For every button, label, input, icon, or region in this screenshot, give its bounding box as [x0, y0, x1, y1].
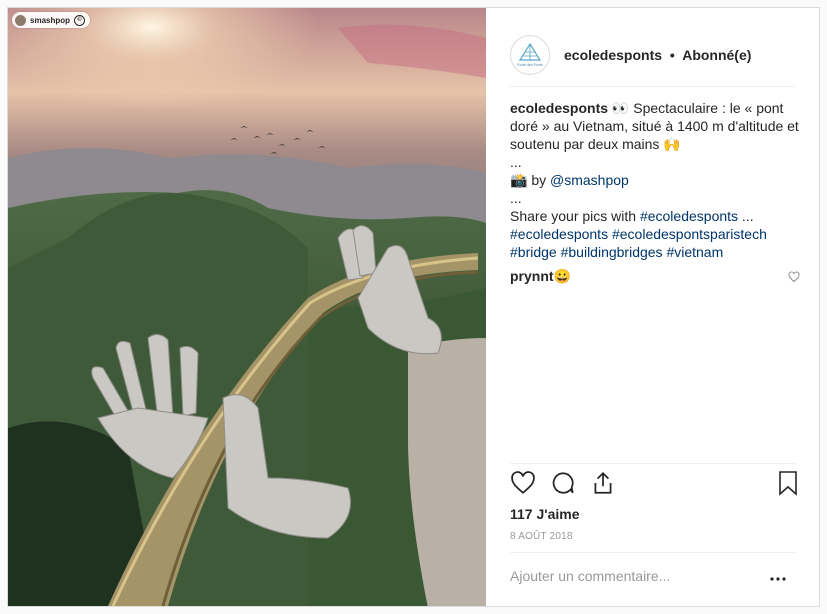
comment-bubble-icon[interactable]	[550, 470, 576, 501]
comment-username[interactable]: prynnt	[510, 268, 554, 284]
comment-row: prynnt 😀	[510, 266, 800, 286]
tag-username: smashpop	[30, 15, 71, 25]
caption-credit-prefix: 📸 by	[510, 172, 550, 188]
hashtag-link[interactable]: #bridge	[510, 244, 557, 260]
post-caption: ecoledesponts 👀 Spectaculaire : le « pon…	[510, 99, 800, 261]
post-date: 8 AOÛT 2018	[510, 531, 573, 542]
caption-dots-2: ...	[510, 190, 522, 206]
action-bar	[510, 470, 800, 502]
header-account: ecoledesponts • Abonné(e)	[564, 47, 751, 63]
bookmark-icon[interactable]	[776, 470, 800, 501]
tag-info-icon: ©	[74, 14, 86, 26]
caption-username[interactable]: ecoledesponts	[510, 100, 608, 116]
comment-divider	[510, 552, 796, 553]
share-suffix: ...	[738, 208, 754, 224]
hashtag-link[interactable]: #ecoledesponts	[510, 226, 608, 242]
likes-count[interactable]: 117 J'aime	[510, 506, 580, 522]
more-options-icon[interactable]	[770, 568, 786, 586]
comment-text: 😀	[553, 267, 571, 284]
like-heart-icon[interactable]	[510, 470, 536, 501]
header-username[interactable]: ecoledesponts	[564, 47, 662, 63]
follow-status[interactable]: Abonné(e)	[682, 47, 751, 63]
golden-bridge-image	[8, 8, 486, 606]
post-header: Ecole des Ponts ecoledesponts • Abonné(e…	[510, 24, 795, 87]
credit-handle-link[interactable]: @smashpop	[550, 172, 629, 188]
actions-divider	[510, 463, 796, 464]
hashtag-link[interactable]: #ecoledespontsparistech	[612, 226, 767, 242]
ecole-des-ponts-logo-icon: Ecole des Ponts	[517, 42, 543, 67]
hashtag-link[interactable]: #vietnam	[666, 244, 723, 260]
tag-avatar	[15, 14, 26, 26]
share-upload-icon[interactable]	[590, 470, 616, 501]
add-comment-input[interactable]: Ajouter un commentaire...	[510, 568, 670, 584]
logo-text: Ecole des Ponts	[517, 63, 543, 67]
hashtag-inline[interactable]: #ecoledesponts	[640, 208, 738, 224]
photo-user-tag[interactable]: smashpop ©	[12, 12, 91, 28]
post-photo[interactable]: smashpop ©	[8, 8, 486, 606]
account-avatar[interactable]: Ecole des Ponts	[510, 35, 550, 75]
instagram-post: smashpop © Ecole des Ponts ecoledesponts…	[7, 7, 820, 607]
header-separator: •	[669, 47, 675, 63]
share-text: Share your pics with	[510, 208, 640, 224]
caption-dots-1: ...	[510, 154, 522, 170]
like-comment-heart-icon[interactable]	[788, 270, 800, 286]
post-sidebar: Ecole des Ponts ecoledesponts • Abonné(e…	[486, 8, 819, 606]
hashtag-link[interactable]: #buildingbridges	[561, 244, 663, 260]
